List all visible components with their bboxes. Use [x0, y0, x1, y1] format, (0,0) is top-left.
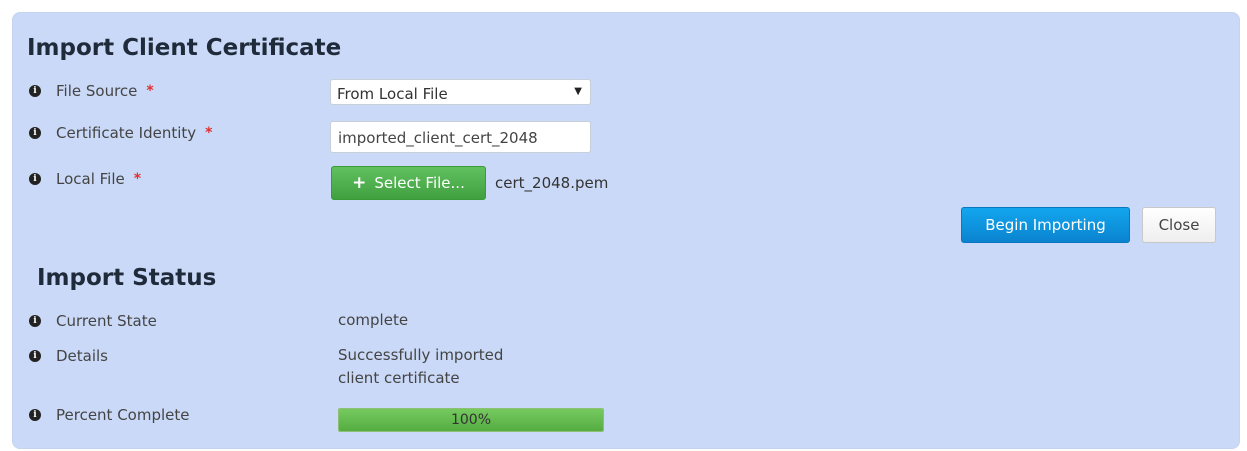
current-state-label-row: i Current State — [29, 312, 157, 330]
percent-complete-progress-bar: 100% — [338, 408, 604, 432]
details-label-row: i Details — [29, 347, 108, 365]
info-icon: i — [29, 409, 41, 421]
close-button[interactable]: Close — [1142, 207, 1216, 243]
file-source-label: File Source — [56, 82, 138, 100]
info-icon: i — [29, 127, 41, 139]
local-file-label-row: i Local File * — [29, 170, 141, 188]
required-marker: * — [205, 125, 213, 141]
required-marker: * — [146, 83, 154, 99]
file-source-select[interactable]: From Local File ▼ — [330, 79, 591, 105]
percent-complete-label: Percent Complete — [56, 406, 190, 424]
details-value: Successfully imported client certificate — [338, 344, 503, 390]
info-icon: i — [29, 350, 41, 362]
select-file-button[interactable]: + Select File... — [331, 166, 486, 200]
details-label: Details — [56, 347, 109, 365]
certificate-identity-label: Certificate Identity — [56, 124, 197, 142]
progress-bar-text: 100% — [450, 412, 492, 428]
select-file-button-label: Select File... — [374, 174, 465, 192]
plus-icon: + — [352, 173, 367, 193]
file-source-value: From Local File — [337, 85, 448, 103]
certificate-identity-input[interactable]: imported_client_cert_2048 — [330, 121, 591, 153]
import-status-title: Import Status — [37, 265, 217, 291]
file-source-label-row: i File Source * — [29, 82, 154, 100]
details-value-line: client certificate — [338, 369, 460, 387]
details-value-line: Successfully imported — [338, 346, 504, 364]
info-icon: i — [29, 173, 41, 185]
percent-complete-label-row: i Percent Complete — [29, 406, 190, 424]
info-icon: i — [29, 315, 41, 327]
local-file-label: Local File — [56, 170, 125, 188]
dropdown-caret-icon: ▼ — [574, 86, 582, 97]
current-state-label: Current State — [56, 312, 157, 330]
current-state-value: complete — [338, 311, 409, 329]
info-icon: i — [29, 85, 41, 97]
begin-importing-button[interactable]: Begin Importing — [961, 207, 1130, 243]
certificate-identity-label-row: i Certificate Identity * — [29, 124, 213, 142]
import-title: Import Client Certificate — [27, 35, 342, 61]
selected-file-name: cert_2048.pem — [495, 174, 609, 192]
required-marker: * — [133, 171, 142, 187]
